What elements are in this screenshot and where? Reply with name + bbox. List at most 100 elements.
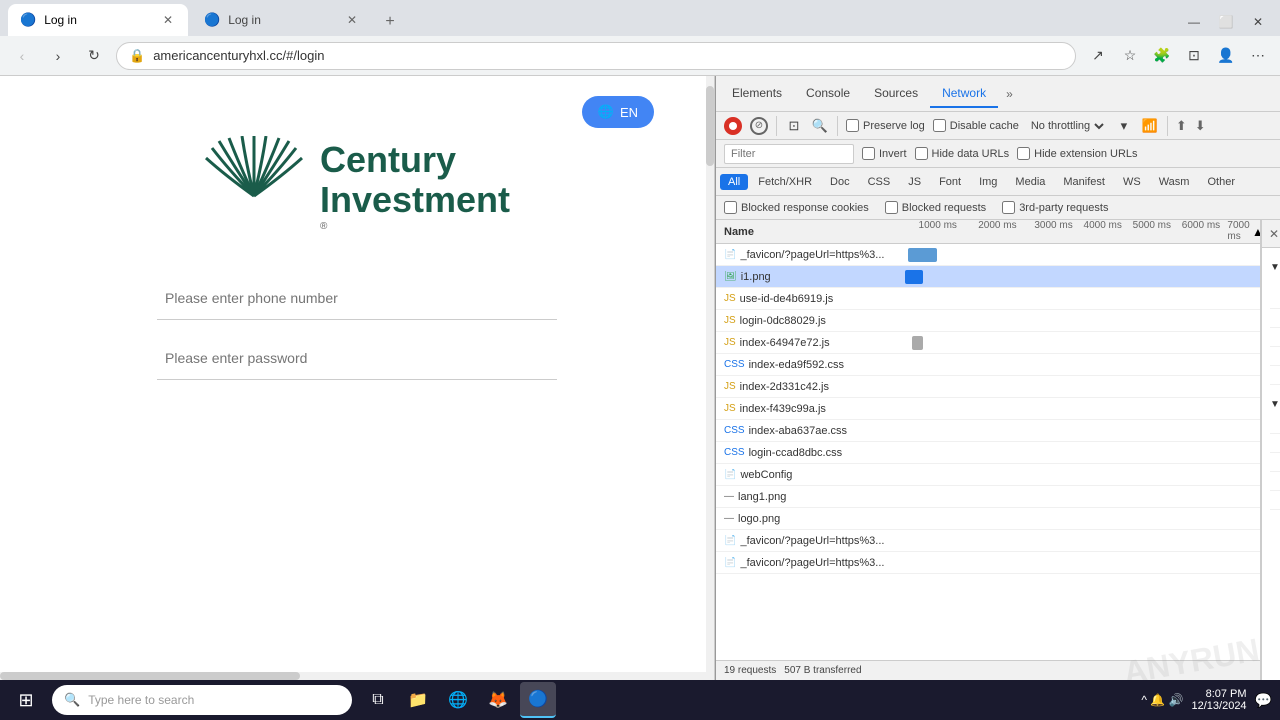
phone-input[interactable] — [157, 276, 557, 320]
start-button[interactable]: ⊞ — [8, 682, 44, 718]
chrome-btn[interactable]: 🔵 — [520, 682, 556, 718]
import-icon[interactable]: ⬆ — [1176, 118, 1187, 134]
file-row-10[interactable]: 📄 webConfig — [716, 464, 1260, 486]
browser-btn-1[interactable]: 🌐 — [440, 682, 476, 718]
sort-icon[interactable]: ▲ — [1252, 225, 1260, 239]
clear-button[interactable]: ⊘ — [750, 117, 768, 135]
file-row-12[interactable]: — logo.png — [716, 508, 1260, 530]
file-row-0[interactable]: 📄 _favicon/?pageUrl=https%3... — [716, 244, 1260, 266]
details-close-btn[interactable]: ✕ — [1262, 222, 1280, 246]
forward-button[interactable]: › — [44, 42, 72, 70]
horizontal-scrollbar[interactable] — [0, 672, 715, 680]
file-row-3[interactable]: JS login-0dc88029.js — [716, 310, 1260, 332]
type-css[interactable]: CSS — [860, 174, 899, 190]
back-button[interactable]: ‹ — [8, 42, 36, 70]
close-button[interactable]: ✕ — [1244, 8, 1272, 36]
invert-checkbox[interactable]: Invert — [862, 147, 907, 160]
type-js[interactable]: JS — [900, 174, 929, 190]
tab-1-title: Log in — [44, 13, 77, 27]
file-row-6[interactable]: JS index-2d331c42.js — [716, 376, 1260, 398]
translate-button[interactable]: 🌐 EN — [582, 96, 654, 128]
type-font[interactable]: Font — [931, 174, 969, 190]
tab-console[interactable]: Console — [794, 80, 862, 108]
wifi-icon[interactable]: 📶 — [1141, 117, 1159, 135]
record-button[interactable] — [724, 117, 742, 135]
menu-icon[interactable]: ⋯ — [1244, 42, 1272, 70]
type-ws[interactable]: WS — [1115, 174, 1149, 190]
share-icon[interactable]: ↗ — [1084, 42, 1112, 70]
hide-ext-urls-checkbox[interactable]: Hide extension URLs — [1017, 147, 1137, 160]
search-icon[interactable]: 🔍 — [811, 117, 829, 135]
tab-bar: 🔵 Log in ✕ 🔵 Log in ✕ + — ⬜ ✕ — [0, 0, 1280, 36]
blocked-requests-checkbox[interactable]: Blocked requests — [885, 201, 986, 214]
type-other[interactable]: Other — [1199, 174, 1243, 190]
response-headers-section-header[interactable]: ▼ Response Headers — [1270, 393, 1280, 415]
network-filter-row: Invert Hide data URLs Hide extension URL… — [716, 140, 1280, 168]
tab-network[interactable]: Network — [930, 80, 998, 108]
type-doc[interactable]: Doc — [822, 174, 858, 190]
file-row-8[interactable]: CSS index-aba637ae.css — [716, 420, 1260, 442]
task-view-button[interactable]: ⧉ — [360, 682, 396, 718]
tab-more[interactable]: » — [998, 81, 1021, 107]
referrer-policy-row: Referrer Policy: strict-origin-when-cros… — [1270, 366, 1280, 385]
type-media[interactable]: Media — [1007, 174, 1053, 190]
extensions-icon[interactable]: 🧩 — [1148, 42, 1176, 70]
type-wasm[interactable]: Wasm — [1151, 174, 1198, 190]
tab-2-close[interactable]: ✕ — [344, 12, 360, 28]
file-row-7[interactable]: JS index-f439c99a.js — [716, 398, 1260, 420]
profile-icon[interactable]: 👤 — [1212, 42, 1240, 70]
throttle-select[interactable]: No throttling — [1027, 119, 1107, 133]
file-explorer-btn[interactable]: 📁 — [400, 682, 436, 718]
file-row-4[interactable]: JS index-64947e72.js — [716, 332, 1260, 354]
filter-input[interactable] — [724, 144, 854, 164]
tab-2[interactable]: 🔵 Log in ✕ — [192, 4, 372, 36]
v-scrollbar-thumb[interactable] — [706, 86, 714, 166]
new-tab-button[interactable]: + — [376, 8, 404, 36]
tab-1-close[interactable]: ✕ — [160, 12, 176, 28]
file-row-1[interactable]: 🖼 i1.png — [716, 266, 1260, 288]
preserve-log-checkbox[interactable]: Preserve log — [846, 119, 925, 132]
filter-icon[interactable]: ⊡ — [785, 117, 803, 135]
file-name-8: CSS index-aba637ae.css — [716, 425, 901, 437]
vertical-scrollbar[interactable] — [706, 76, 714, 680]
taskbar-search[interactable]: 🔍 Type here to search — [52, 685, 352, 715]
maximize-button[interactable]: ⬜ — [1212, 8, 1240, 36]
notification-icon[interactable]: 💬 — [1255, 692, 1272, 709]
file-row-13[interactable]: 📄 _favicon/?pageUrl=https%3... — [716, 530, 1260, 552]
file-name-2: JS use-id-de4b6919.js — [716, 293, 901, 305]
third-party-checkbox[interactable]: 3rd-party requests — [1002, 201, 1108, 214]
file-icon-8: CSS — [724, 425, 745, 436]
file-row-5[interactable]: CSS index-eda9f592.css — [716, 354, 1260, 376]
split-view-icon[interactable]: ⊡ — [1180, 42, 1208, 70]
minimize-button[interactable]: — — [1180, 8, 1208, 36]
taskbar: ⊞ 🔍 Type here to search ⧉ 📁 🌐 🦊 🔵 ^ 🔔 🔊 … — [0, 680, 1280, 720]
type-img[interactable]: Img — [971, 174, 1005, 190]
blocked-response-checkbox[interactable]: Blocked response cookies — [724, 201, 869, 214]
tab-sources[interactable]: Sources — [862, 80, 930, 108]
type-fetch-xhr[interactable]: Fetch/XHR — [750, 174, 820, 190]
star-icon[interactable]: ☆ — [1116, 42, 1144, 70]
tab-elements[interactable]: Elements — [720, 80, 794, 108]
refresh-button[interactable]: ↻ — [80, 42, 108, 70]
address-input[interactable]: 🔒 americancenturyhxl.cc/#/login — [116, 42, 1076, 70]
tab-1[interactable]: 🔵 Log in ✕ — [8, 4, 188, 36]
file-icon-6: JS — [724, 381, 736, 392]
file-row-14[interactable]: 📄 _favicon/?pageUrl=https%3... — [716, 552, 1260, 574]
general-section-header[interactable]: ▼ General — [1270, 256, 1280, 278]
request-count: 19 requests — [724, 665, 776, 676]
browser-btn-2[interactable]: 🦊 — [480, 682, 516, 718]
file-row-11[interactable]: — lang1.png — [716, 486, 1260, 508]
file-row-9[interactable]: CSS login-ccad8dbc.css — [716, 442, 1260, 464]
file-icon-3: JS — [724, 315, 736, 326]
throttle-dropdown-icon[interactable]: ▾ — [1115, 117, 1133, 135]
file-row-2[interactable]: JS use-id-de4b6919.js — [716, 288, 1260, 310]
type-all[interactable]: All — [720, 174, 748, 190]
content-encoding-row: Content-Encoding: gzip — [1270, 491, 1280, 510]
export-icon[interactable]: ⬇ — [1195, 118, 1206, 134]
password-input[interactable] — [157, 336, 557, 380]
cf-cache-status-row: Cf-Cache-Status: HIT — [1270, 453, 1280, 472]
disable-cache-checkbox[interactable]: Disable cache — [933, 119, 1019, 132]
scrollbar-thumb[interactable] — [0, 672, 300, 680]
type-manifest[interactable]: Manifest — [1055, 174, 1113, 190]
hide-data-urls-checkbox[interactable]: Hide data URLs — [915, 147, 1010, 160]
